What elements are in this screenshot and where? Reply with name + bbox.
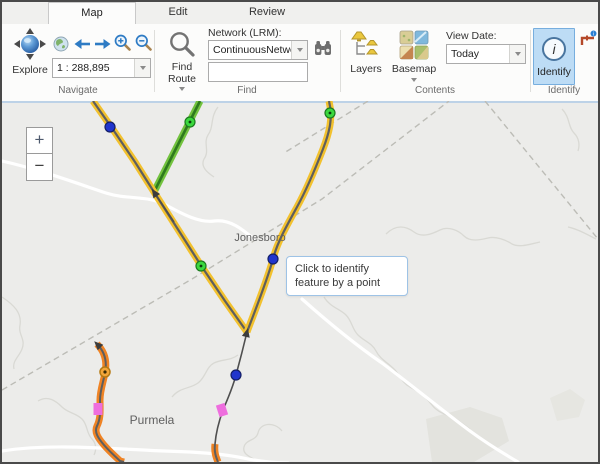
- identify-route-characteristics-button[interactable]: i: [579, 32, 597, 50]
- tab-review[interactable]: Review: [220, 2, 314, 23]
- svg-text:i: i: [592, 32, 593, 38]
- locate-route-button[interactable]: [314, 41, 332, 59]
- right-arrow-icon: [94, 37, 111, 56]
- view-date-value: Today: [447, 48, 509, 60]
- town-label-jonesboro: Jonesboro: [234, 232, 285, 244]
- explore-button[interactable]: Explore: [8, 27, 52, 77]
- chevron-down-icon: [515, 52, 521, 56]
- scale-dropdown-button[interactable]: [134, 59, 150, 77]
- map-zoom-out-button[interactable]: −: [26, 154, 53, 181]
- zoom-in-icon: [114, 34, 131, 56]
- layers-icon: [350, 30, 382, 63]
- fixed-zoom-in-button[interactable]: [113, 36, 131, 54]
- network-lrm-label: Network (LRM):: [208, 27, 282, 39]
- network-lrm-combobox[interactable]: ContinuousNetwork: [208, 40, 308, 60]
- ribbon: Explore: [2, 24, 598, 102]
- layers-button[interactable]: Layers: [346, 27, 386, 76]
- basemap-button[interactable]: Basemap: [390, 27, 438, 82]
- ribbon-tab-strip: Map Edit Review: [2, 2, 598, 24]
- view-date-dropdown-button[interactable]: [509, 45, 525, 63]
- explore-label: Explore: [12, 65, 48, 77]
- identify-button[interactable]: i Identify: [533, 28, 575, 85]
- tab-edit[interactable]: Edit: [136, 2, 220, 23]
- group-divider: [154, 30, 155, 92]
- find-route-label: Find Route: [165, 62, 199, 85]
- app-window: Map Edit Review: [0, 0, 600, 464]
- find-group-label: Find: [154, 85, 340, 96]
- map-view[interactable]: Jonesboro Purmela + − Click to identify …: [2, 101, 598, 462]
- map-zoom-control: + −: [26, 127, 53, 181]
- binoculars-icon: [314, 40, 332, 61]
- chevron-down-icon: [140, 66, 146, 70]
- map-zoom-in-button[interactable]: +: [26, 127, 53, 154]
- chevron-down-icon: [411, 78, 417, 82]
- previous-extent-button[interactable]: [73, 37, 91, 55]
- chevron-down-icon: [297, 48, 303, 52]
- network-dropdown-button[interactable]: [291, 41, 307, 59]
- route-value-input[interactable]: [208, 62, 308, 82]
- basemap-label: Basemap: [392, 64, 436, 76]
- identify-route-icon: i: [580, 30, 597, 52]
- find-route-magnifier-icon: [168, 30, 196, 61]
- map-scale-combobox[interactable]: 1 : 288,895: [52, 58, 151, 78]
- identify-group-label: Identify: [530, 85, 598, 96]
- group-divider: [530, 30, 531, 92]
- map-scale-value: 1 : 288,895: [53, 62, 134, 74]
- group-divider: [340, 30, 341, 92]
- full-extent-button[interactable]: [52, 37, 70, 55]
- view-date-label: View Date:: [446, 30, 497, 42]
- explore-icon: [13, 27, 47, 64]
- fixed-zoom-out-button[interactable]: [134, 36, 152, 54]
- tab-map[interactable]: Map: [48, 2, 136, 24]
- route-orange-bottom: [215, 444, 218, 462]
- globe-icon: [53, 36, 69, 57]
- basemap-icon: [399, 30, 429, 63]
- town-label-purmela: Purmela: [130, 413, 175, 427]
- contents-group-label: Contents: [340, 85, 530, 96]
- yellow-circle-marker: [100, 367, 110, 377]
- identify-icon: i: [540, 35, 568, 66]
- view-date-combobox[interactable]: Today: [446, 44, 526, 64]
- identify-tooltip: Click to identify feature by a point: [286, 256, 408, 296]
- network-lrm-value: ContinuousNetwork: [209, 44, 291, 56]
- layers-label: Layers: [350, 64, 382, 76]
- left-arrow-icon: [74, 37, 91, 56]
- zoom-out-icon: [135, 34, 152, 56]
- find-route-button[interactable]: Find Route: [160, 27, 204, 91]
- identify-label: Identify: [537, 66, 571, 78]
- next-extent-button[interactable]: [93, 37, 111, 55]
- navigate-group-label: Navigate: [2, 85, 154, 96]
